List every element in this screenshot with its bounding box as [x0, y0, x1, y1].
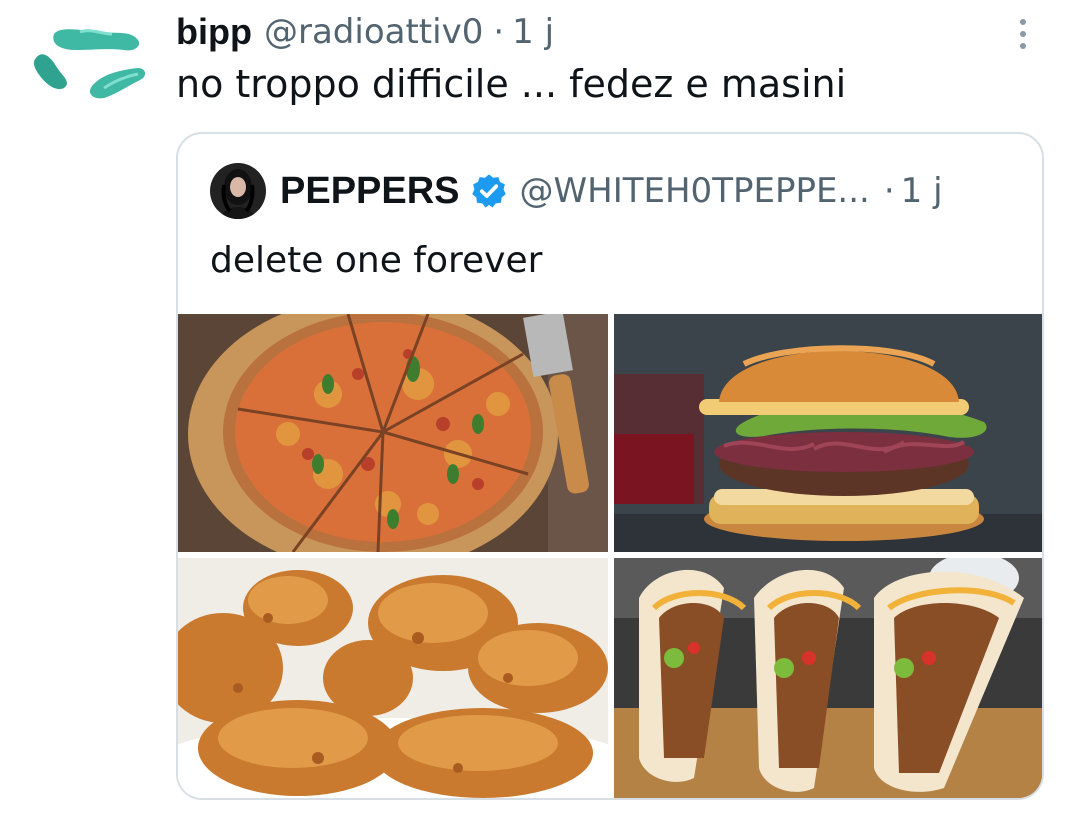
- quoted-tweet-text: delete one forever: [210, 240, 543, 281]
- quoted-author-handle[interactable]: @WHITEH0TPEPPE...: [520, 171, 870, 211]
- quoted-tweet-card[interactable]: PEPPERS @WHITEH0TPEPPE... · 1 j delete o…: [176, 132, 1044, 800]
- tweet-header: bipp @radioattiv0 · 1 j: [176, 8, 554, 56]
- three-dots-vertical-icon: [1020, 43, 1026, 49]
- author-avatar[interactable]: [20, 10, 160, 120]
- media-image-pizza[interactable]: [178, 314, 608, 552]
- quoted-author-display-name[interactable]: PEPPERS: [280, 170, 460, 213]
- media-image-fried-chicken[interactable]: [178, 558, 608, 798]
- media-grid: [178, 314, 1042, 798]
- fried-chicken-image: [178, 558, 608, 798]
- tweet[interactable]: bipp @radioattiv0 · 1 j no troppo diffic…: [0, 0, 1080, 814]
- author-display-name[interactable]: bipp: [176, 11, 252, 53]
- verified-badge-icon: [471, 174, 506, 208]
- teal-gummy-candy-avatar-icon: [33, 29, 146, 99]
- burger-image: [614, 314, 1042, 552]
- quoted-header-separator: ·: [883, 171, 895, 211]
- tweet-timestamp[interactable]: 1 j: [512, 12, 554, 52]
- more-options-button[interactable]: [1008, 14, 1038, 54]
- tacos-image: [614, 558, 1042, 798]
- header-separator: ·: [493, 12, 505, 52]
- quoted-author-avatar[interactable]: [210, 163, 266, 219]
- media-image-tacos[interactable]: [614, 558, 1042, 798]
- quoted-tweet-timestamp[interactable]: 1 j: [901, 171, 943, 211]
- author-handle[interactable]: @radioattiv0: [264, 12, 483, 52]
- person-avatar-icon: [210, 163, 266, 219]
- tweet-text: no troppo difficile ... fedez e masini: [176, 62, 847, 106]
- three-dots-vertical-icon: [1020, 31, 1026, 37]
- pizza-image: [178, 314, 608, 552]
- media-image-burger[interactable]: [614, 314, 1042, 552]
- three-dots-vertical-icon: [1020, 19, 1026, 25]
- quoted-tweet-header: PEPPERS @WHITEH0TPEPPE... · 1 j: [210, 162, 943, 220]
